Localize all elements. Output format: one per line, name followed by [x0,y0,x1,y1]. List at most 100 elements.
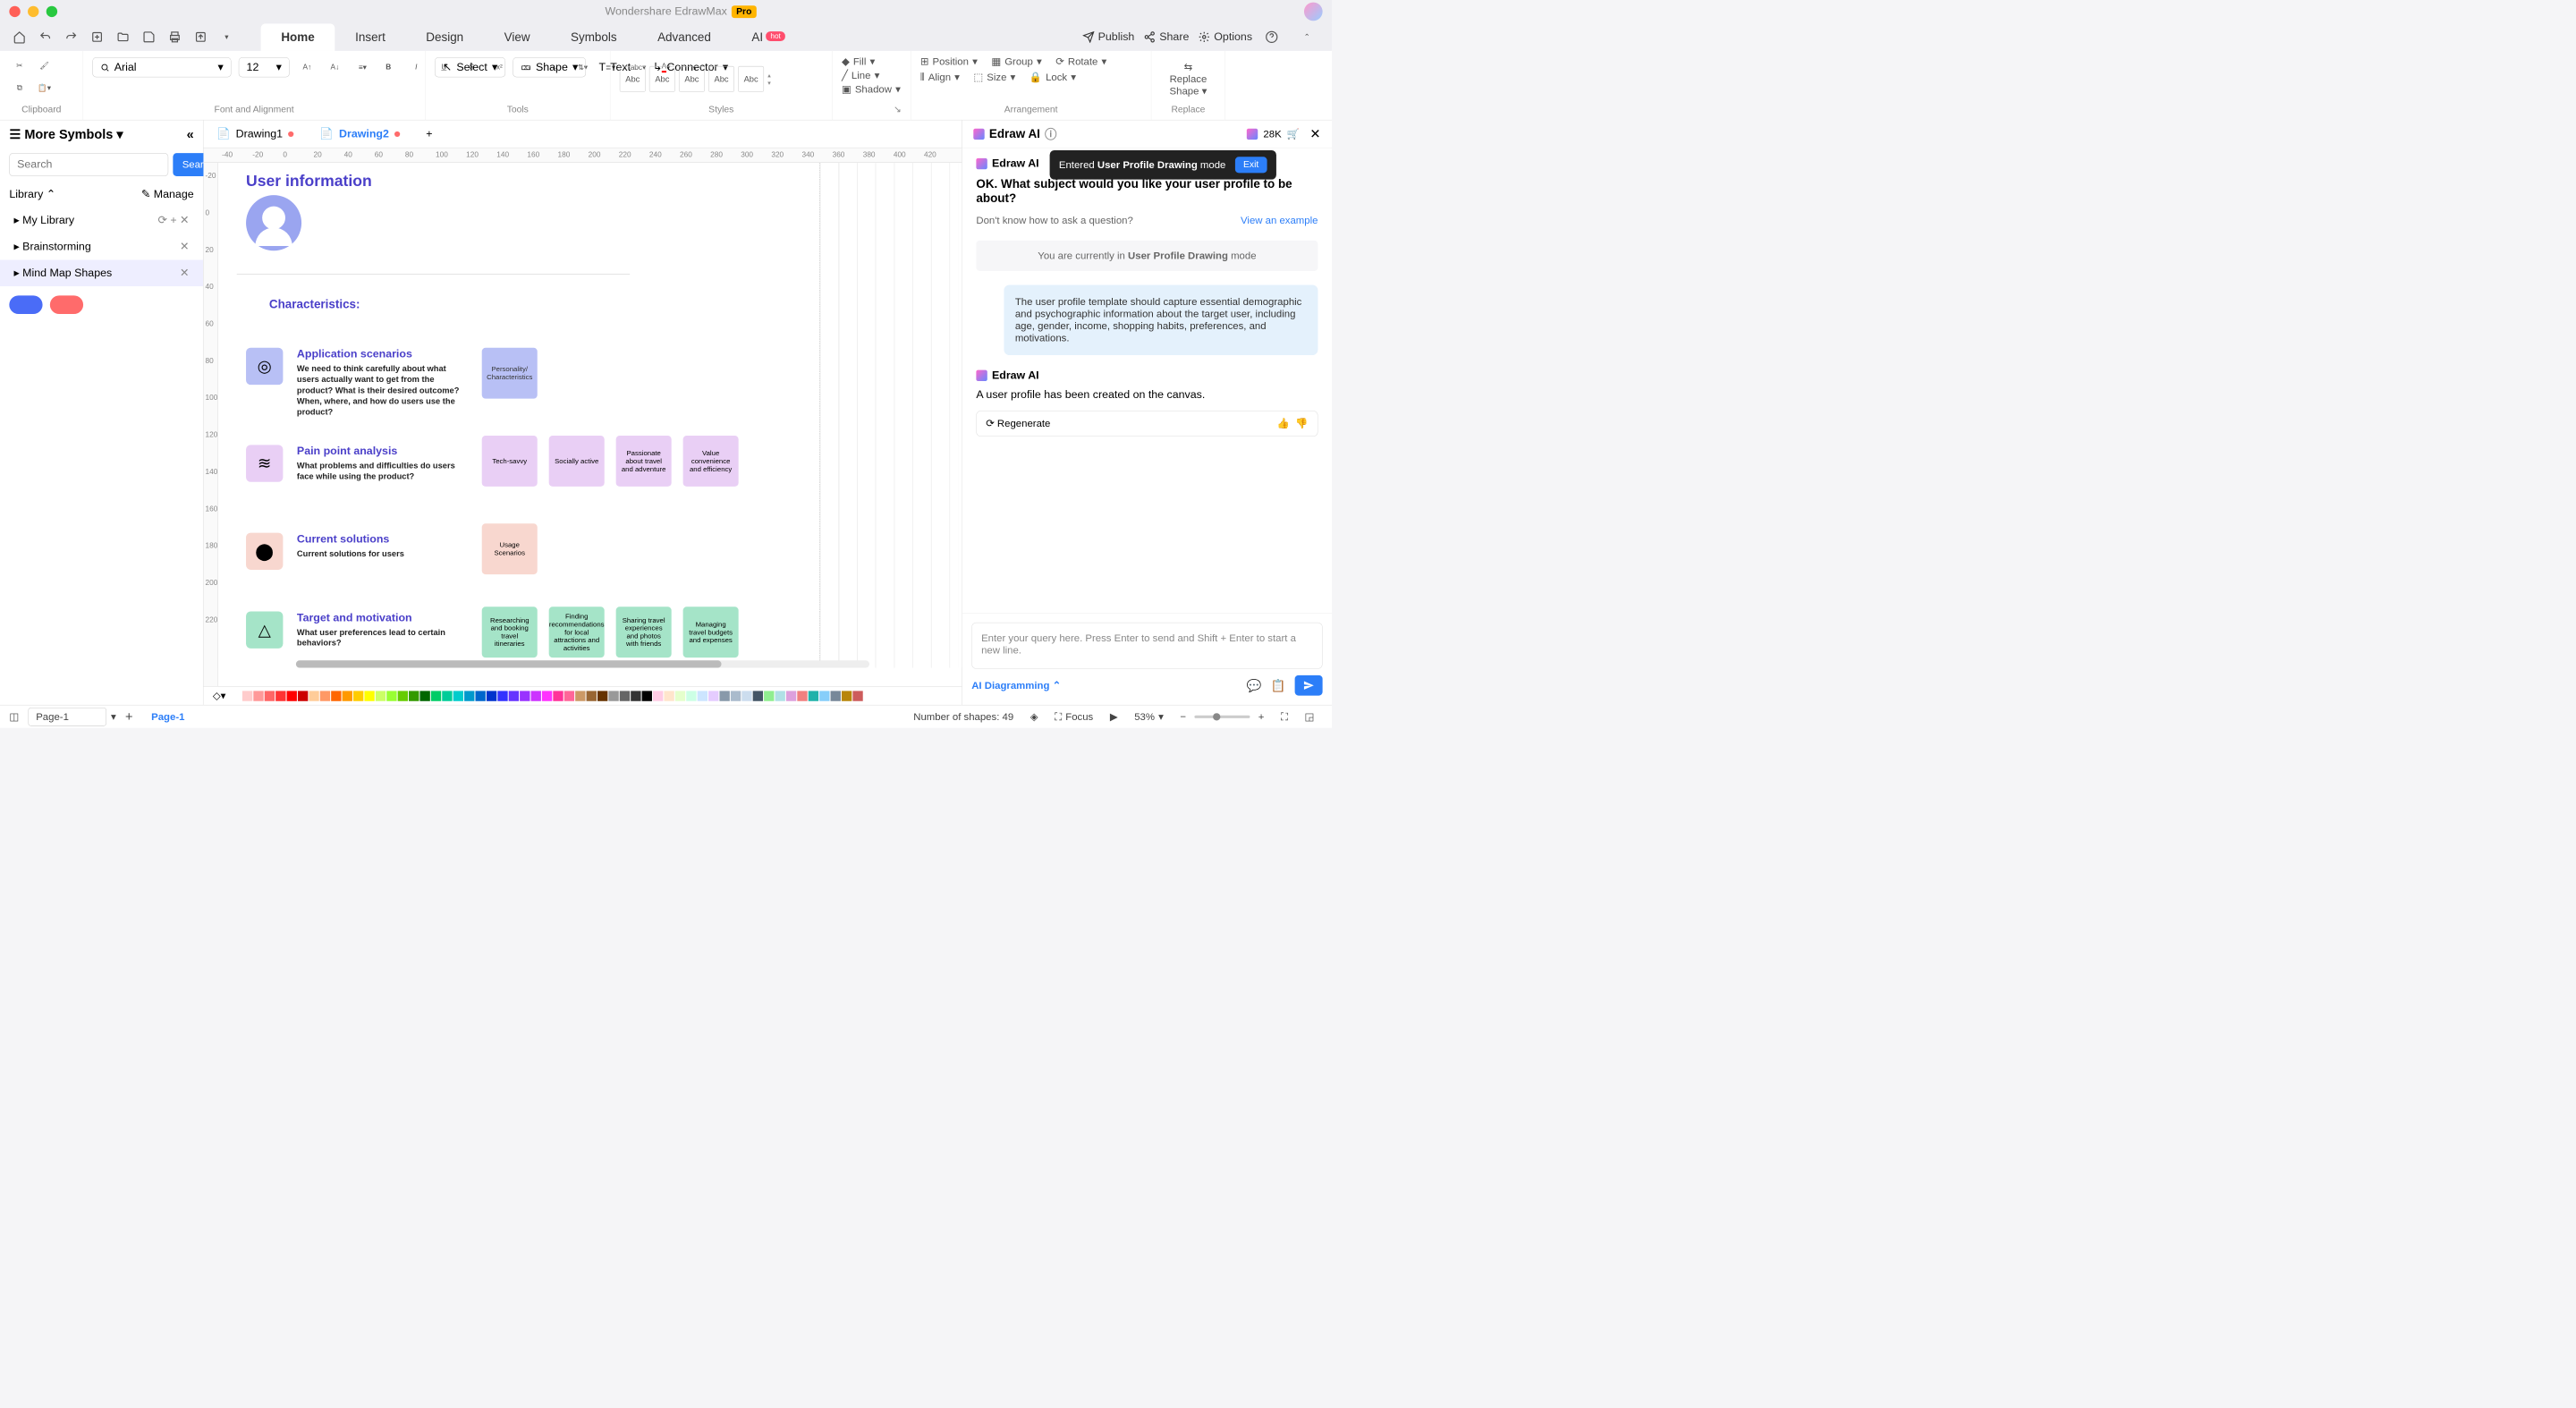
home-icon[interactable] [9,27,30,47]
undo-icon[interactable] [35,27,55,47]
color-swatch[interactable] [487,691,496,700]
library-item[interactable]: ▸ Brainstorming✕ [0,233,203,259]
play-icon[interactable]: ▶ [1110,710,1118,722]
fill-picker-icon[interactable]: ◇▾ [213,690,225,701]
info-card[interactable]: Researching and booking travel itinerari… [482,606,538,657]
panel-toggle-icon[interactable]: ◫ [9,710,19,722]
shape-thumbnail[interactable] [50,295,83,314]
color-swatch[interactable] [287,691,297,700]
style-preset[interactable]: Abc [708,66,734,92]
close-window-icon[interactable] [9,6,20,17]
color-swatch[interactable] [386,691,396,700]
color-swatch[interactable] [475,691,485,700]
color-swatch[interactable] [642,691,652,700]
style-preset[interactable]: Abc [620,66,646,92]
tab-advanced[interactable]: Advanced [637,23,731,51]
content-block[interactable]: △Target and motivationWhat user preferen… [246,611,463,649]
library-item[interactable]: ▸ Mind Map Shapes✕ [0,260,203,286]
focus-button[interactable]: ⛶ Focus [1055,710,1093,722]
content-block[interactable]: ≋Pain point analysisWhat problems and di… [246,445,463,482]
style-preset[interactable]: Abc [649,66,675,92]
color-swatch[interactable] [409,691,419,700]
color-swatch[interactable] [398,691,408,700]
color-swatch[interactable] [309,691,318,700]
color-swatch[interactable] [497,691,507,700]
cart-icon[interactable]: 🛒 [1287,128,1300,140]
lock-button[interactable]: 🔒 Lock▾ [1030,72,1076,83]
info-card[interactable]: Passionate about travel and adventure [616,436,672,487]
ai-mode-select[interactable]: AI Diagramming ⌃ [971,679,1061,691]
color-swatch[interactable] [819,691,829,700]
color-swatch[interactable] [664,691,674,700]
publish-button[interactable]: Publish [1082,30,1134,43]
add-page-icon[interactable]: + [125,709,132,725]
zoom-in-icon[interactable]: + [1258,710,1265,722]
line-button[interactable]: ╱ Line ▾ [842,70,879,81]
rotate-button[interactable]: ⟳ Rotate▾ [1055,55,1106,67]
horizontal-scrollbar[interactable] [296,660,869,667]
layers-icon[interactable]: ◈ [1030,710,1038,722]
redo-icon[interactable] [61,27,81,47]
color-swatch[interactable] [831,691,841,700]
zoom-slider[interactable] [1194,716,1250,718]
italic-icon[interactable]: I [406,57,427,78]
info-card[interactable]: Socially active [549,436,605,487]
color-swatch[interactable] [631,691,640,700]
color-swatch[interactable] [842,691,852,700]
color-swatch[interactable] [231,691,241,700]
library-item[interactable]: ▸ My Library⟳ + ✕ [0,208,203,233]
content-block[interactable]: ◎Application scenariosWe need to think c… [246,348,463,418]
color-swatch[interactable] [786,691,796,700]
tab-home[interactable]: Home [261,23,335,51]
color-swatch[interactable] [675,691,685,700]
document-tab[interactable]: 📄Drawing2 [307,122,413,146]
color-swatch[interactable] [431,691,441,700]
select-tool[interactable]: ↖ Select ▾ [435,57,505,77]
open-icon[interactable] [113,27,133,47]
symbol-search-input[interactable] [9,153,168,176]
maximize-window-icon[interactable] [47,6,57,17]
collapse-panel-icon[interactable]: « [187,127,194,142]
copy-icon[interactable]: ⧉ [9,78,30,98]
close-panel-icon[interactable]: ✕ [1309,126,1320,141]
color-swatch[interactable] [620,691,630,700]
color-swatch[interactable] [265,691,275,700]
content-block[interactable]: ⬤Current solutionsCurrent solutions for … [246,533,463,570]
fill-button[interactable]: ◆ Fill ▾ [842,55,875,67]
replace-shape-button[interactable]: ⇆Replace Shape ▾ [1170,61,1208,97]
color-swatch[interactable] [764,691,774,700]
tab-view[interactable]: View [484,23,550,51]
color-swatch[interactable] [809,691,818,700]
zoom-level[interactable]: 53% ▾ [1134,710,1164,722]
page-tab[interactable]: Page-1 [142,710,194,722]
color-swatch[interactable] [509,691,519,700]
group-button[interactable]: ▦ Group▾ [991,55,1041,67]
user-avatar-icon[interactable] [1304,3,1323,21]
thumbs-up-icon[interactable]: 👍 [1277,418,1290,429]
color-swatch[interactable] [542,691,552,700]
decrease-font-icon[interactable]: A↓ [325,57,345,78]
color-swatch[interactable] [686,691,696,700]
info-card[interactable]: Tech-savvy [482,436,538,487]
style-preset[interactable]: Abc [738,66,764,92]
manage-library-button[interactable]: ✎ Manage [141,187,194,200]
color-swatch[interactable] [343,691,352,700]
fullscreen-icon[interactable]: ◲ [1305,710,1315,722]
page-select[interactable]: Page-1 [28,708,106,726]
position-button[interactable]: ⊞ Position▾ [920,55,978,67]
tab-ai[interactable]: AIhot [732,23,806,51]
ai-help-icon[interactable]: ⓘ [1045,125,1056,142]
color-swatch[interactable] [298,691,308,700]
color-swatch[interactable] [464,691,474,700]
new-icon[interactable] [87,27,107,47]
more-dropdown-icon[interactable]: ▾ [216,27,237,47]
zoom-out-icon[interactable]: − [1180,710,1186,722]
color-swatch[interactable] [530,691,540,700]
regenerate-button[interactable]: ⟳ Regenerate [986,418,1050,429]
color-swatch[interactable] [698,691,708,700]
paste-icon[interactable]: 📋▾ [34,78,55,98]
info-card[interactable]: Sharing travel experiences and photos wi… [616,606,672,657]
info-card[interactable]: Value convenience and efficiency [683,436,739,487]
color-swatch[interactable] [453,691,463,700]
shape-thumbnail[interactable] [9,295,42,314]
